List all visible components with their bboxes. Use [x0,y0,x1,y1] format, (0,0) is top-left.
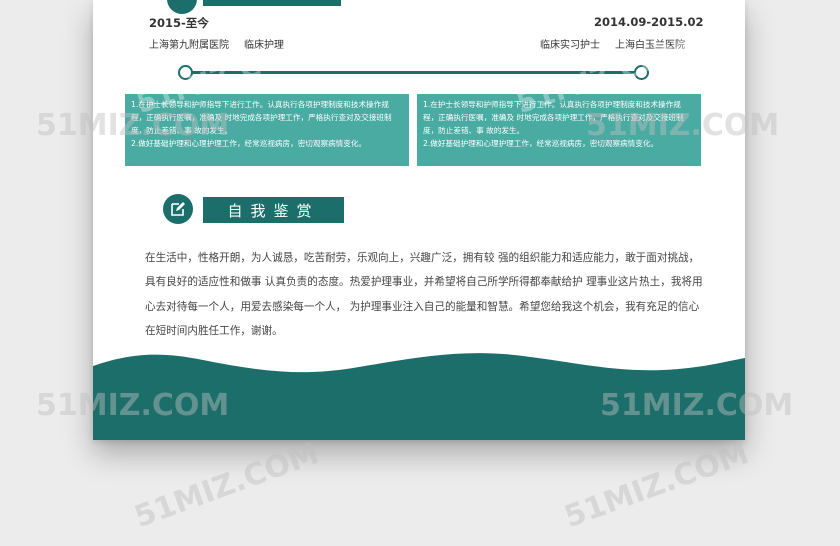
footer-wave [93,353,745,440]
left-duty-item: 1.在护士长领导和护师指导下进行工作。认真执行各项护理制度和技术操作规程，正确执… [131,100,392,136]
right-exp-date: 2014.09-2015.02 [594,15,704,29]
left-exp-date: 2015-至今 [149,16,209,30]
section-icon-partial [167,0,197,14]
left-duty-item: 2.做好基础护理和心理护理工作，经常巡视病房，密切观察病情变化。 [131,139,367,149]
self-evaluation-title: 自我鉴赏 [203,197,344,223]
edit-icon [163,194,193,224]
right-duty-item: 1.在护士长领导和护师指导下进行工作。认真执行各项护理制度和技术操作规程，正确执… [423,100,684,136]
watermark-text: 51MIZ.COM [559,435,754,536]
resume-page: 2015-至今 上海第九附属医院 临床护理 2014.09-2015.02 临床… [93,0,745,440]
timeline-end-dot [634,65,649,80]
section-header-partial [203,0,341,6]
left-exp-hospital: 上海第九附属医院 [149,40,229,51]
timeline-line [180,71,642,74]
left-exp-role: 临床护理 [244,40,284,51]
right-duties-box: 1.在护士长领导和护师指导下进行工作。认真执行各项护理制度和技术操作规程，正确执… [417,94,701,166]
left-duties-box: 1.在护士长领导和护师指导下进行工作。认真执行各项护理制度和技术操作规程，正确执… [125,94,409,166]
right-exp-hospital: 上海白玉兰医院 [615,40,685,51]
watermark-text: 51MIZ.COM [129,435,324,536]
self-evaluation-text: 在生活中，性格开朗，为人诚恳，吃苦耐劳，乐观向上，兴趣广泛，拥有较 强的组织能力… [145,252,703,338]
right-exp-role: 临床实习护士 [540,40,600,51]
right-duty-item: 2.做好基础护理和心理护理工作，经常巡视病房，密切观察病情变化。 [423,139,659,149]
timeline-start-dot [178,65,193,80]
